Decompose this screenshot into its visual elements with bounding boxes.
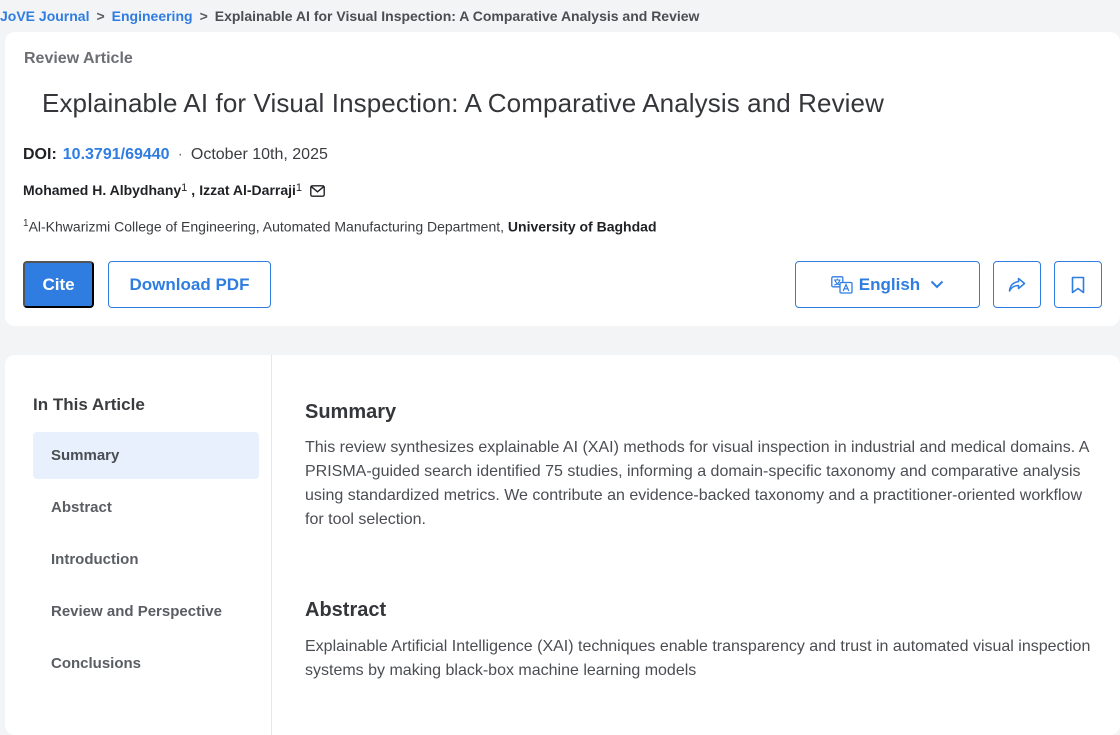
language-label: English xyxy=(858,274,921,294)
mail-icon[interactable] xyxy=(310,184,325,197)
breadcrumb-separator: > xyxy=(96,8,105,24)
toc-title: In This Article xyxy=(33,395,145,414)
summary-text: This review synthesizes explainable AI (… xyxy=(305,439,1089,528)
article-header-card: Review Article Explainable AI for Visual… xyxy=(5,32,1120,326)
breadcrumb-current-page: Explainable AI for Visual Inspection: A … xyxy=(214,8,700,24)
table-of-contents: In This Article Summary Abstract Introdu… xyxy=(5,355,272,735)
breadcrumb-separator: > xyxy=(199,8,208,24)
bookmark-button[interactable] xyxy=(1054,261,1102,308)
affiliation-text: Al-Khwarizmi College of Engineering, Aut… xyxy=(28,218,505,235)
abstract-heading: Abstract xyxy=(305,599,387,621)
toc-item-summary[interactable]: Summary xyxy=(33,432,259,479)
affiliation-university: University of Baghdad xyxy=(507,218,657,235)
breadcrumb: JoVE Journal > Engineering > Explainable… xyxy=(0,0,699,32)
toc-item-conclusions[interactable]: Conclusions xyxy=(33,640,259,687)
authors-line: Mohamed H. Albydhany 1 , Izzat Al-Darraj… xyxy=(23,182,325,198)
toc-item-abstract[interactable]: Abstract xyxy=(33,484,259,531)
doi-link[interactable]: 10.3791/69440 xyxy=(63,146,170,164)
author-name[interactable]: Izzat Al-Darraji xyxy=(199,182,296,198)
author-name[interactable]: Mohamed H. Albydhany xyxy=(23,182,181,198)
breadcrumb-section-link[interactable]: Engineering xyxy=(112,8,193,24)
summary-heading: Summary xyxy=(305,401,397,423)
publication-date: October 10th, 2025 xyxy=(190,146,328,163)
cite-button[interactable]: Cite xyxy=(23,261,94,308)
toc-list: Summary Abstract Introduction Review and… xyxy=(33,432,259,692)
bookmark-icon xyxy=(1071,276,1085,294)
author-affiliation-ref: 1 xyxy=(181,182,188,194)
article-content-card: In This Article Summary Abstract Introdu… xyxy=(5,355,1120,735)
share-icon xyxy=(1008,277,1026,293)
doi-label: DOI: xyxy=(23,146,57,163)
article-type-label: Review Article xyxy=(24,50,133,67)
chevron-down-icon xyxy=(930,280,944,289)
share-button[interactable] xyxy=(993,261,1041,308)
author-separator: , xyxy=(191,182,196,198)
language-selector[interactable]: English xyxy=(795,261,980,308)
translate-icon xyxy=(830,275,853,294)
breadcrumb-home-link[interactable]: JoVE Journal xyxy=(0,8,89,24)
download-pdf-button[interactable]: Download PDF xyxy=(108,261,271,308)
doi-date-line: DOI: 10.3791/69440 · October 10th, 2025 xyxy=(23,146,328,164)
toc-item-review-and-perspective[interactable]: Review and Perspective xyxy=(33,588,259,635)
toc-item-introduction[interactable]: Introduction xyxy=(33,536,259,583)
article-title: Explainable AI for Visual Inspection: A … xyxy=(42,88,884,118)
abstract-text: Explainable Artificial Intelligence (XAI… xyxy=(305,638,1091,679)
affiliation-line: 1Al-Khwarizmi College of Engineering, Au… xyxy=(23,218,657,235)
date-separator: · xyxy=(177,146,183,163)
author-affiliation-ref: 1 xyxy=(295,182,303,194)
